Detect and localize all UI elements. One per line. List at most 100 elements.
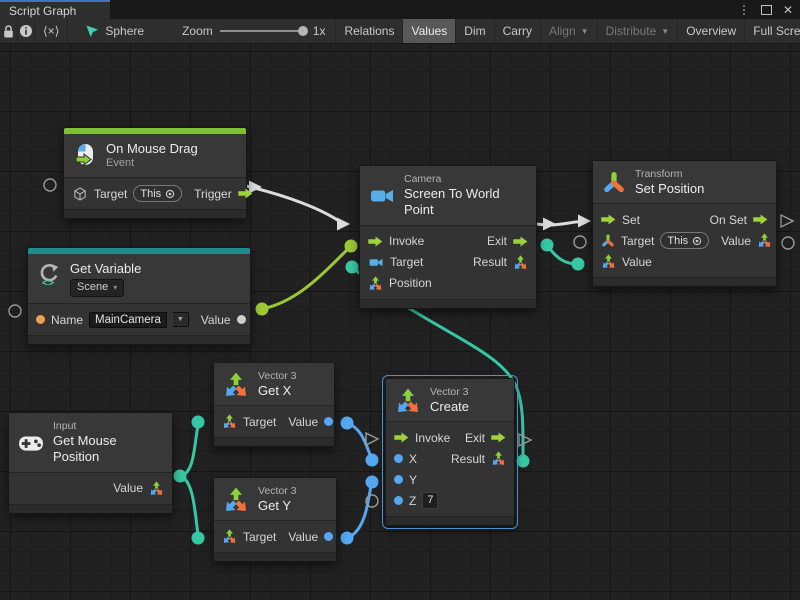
vector3-port-icon[interactable] [491,451,506,466]
vector3-port-icon[interactable] [513,255,528,270]
wire-endpoint [366,454,379,467]
unconnected-port-triangle [366,433,378,445]
y-input-port[interactable] [394,475,403,484]
tab-script-graph[interactable]: Script Graph [0,0,110,19]
relations-button[interactable]: Relations [335,19,403,43]
overview-button[interactable]: Overview [678,19,745,43]
port-label-value: Value [113,481,143,495]
port-label-value: Value [201,313,231,327]
node-category: Transform [635,168,704,181]
dim-button[interactable]: Dim [456,19,494,43]
chevron-down-icon: ▼ [581,27,589,36]
node-create-vector3[interactable]: Vector 3 Create Invoke Exit X Result [385,378,515,526]
variable-kind-dropdown[interactable]: Scene ▾ [70,279,124,297]
variable-name-dropdown-button[interactable]: ▼ [173,312,189,327]
exit-flow-port[interactable] [513,236,528,247]
node-get-x[interactable]: Vector 3 Get X Target Value [213,362,335,447]
port-label-on-set: On Set [710,213,747,227]
on-set-flow-port[interactable] [753,214,768,225]
wire-endpoint [174,470,187,483]
wire-arrowhead [578,215,591,228]
unconnected-port-circle [9,305,21,317]
value-output-port[interactable] [237,315,246,324]
distribute-dropdown[interactable]: Distribute▼ [598,19,679,43]
z-value-field[interactable]: 7 [422,492,438,509]
camera-type-port[interactable] [368,256,384,269]
node-set-position[interactable]: Transform Set Position Set On Set Target… [592,160,777,287]
vector3-port-icon[interactable] [601,254,616,269]
name-input-port[interactable] [36,315,45,324]
camera-icon [369,185,395,207]
wire-getx-to-x [347,423,371,457]
vector3-port-icon[interactable] [222,529,237,544]
port-label-name: Name [51,313,83,327]
this-object-pill[interactable]: This [133,185,182,202]
node-screen-to-world-point[interactable]: Camera Screen To World Point Invoke Exit… [359,165,537,309]
lock-button[interactable] [0,19,18,43]
tab-title: Script Graph [9,4,76,18]
value-output-port[interactable] [324,532,333,541]
align-dropdown[interactable]: Align▼ [541,19,598,43]
graph-toolbar: ⟨×⟩ Sphere Zoom 1x Relations Values Dim … [0,19,800,44]
code-icon: ⟨×⟩ [43,24,59,38]
code-preview-button[interactable]: ⟨×⟩ [35,19,68,43]
node-header[interactable]: Get Variable Scene ▾ [28,254,250,303]
port-label-invoke: Invoke [415,431,450,445]
variable-name-field[interactable]: MainCamera [89,312,167,328]
this-object-pill[interactable]: This [660,232,709,249]
node-footer [360,299,536,308]
value-output-port[interactable] [324,417,333,426]
transform-icon [602,171,626,195]
node-header[interactable]: Vector 3 Create [386,379,514,421]
gamepad-icon [18,432,44,454]
port-label-target: Target [621,234,654,248]
vector3-port-icon[interactable] [757,233,772,248]
node-title: Get Variable [70,261,141,277]
graph-canvas[interactable]: On Mouse Drag Event Target This Trigger [0,44,800,600]
trigger-flow-port[interactable] [238,188,253,199]
z-input-port[interactable] [394,496,403,505]
node-title: Set Position [635,181,704,197]
target-picker-icon [165,189,175,199]
node-on-mouse-drag[interactable]: On Mouse Drag Event Target This Trigger [63,127,247,219]
node-get-variable[interactable]: Get Variable Scene ▾ Name MainCamera ▼ V… [27,247,251,345]
invoke-flow-port[interactable] [368,236,383,247]
node-get-mouse-position[interactable]: Input Get Mouse Position Value [8,412,173,514]
exit-flow-port[interactable] [491,432,506,443]
full-screen-button[interactable]: Full Screen [745,19,800,43]
carry-button[interactable]: Carry [495,19,541,43]
window-close-icon[interactable]: ✕ [780,2,796,18]
vector3-icon [223,372,249,398]
unconnected-port-circle [44,179,56,191]
node-header[interactable]: Vector 3 Get X [214,363,334,405]
window-maximize-icon[interactable] [758,2,774,18]
vector3-port-icon[interactable] [149,481,164,496]
zoom-slider[interactable] [220,30,306,32]
window-menu-icon[interactable]: ⋮ [736,2,752,18]
node-header[interactable]: Vector 3 Get Y [214,478,336,520]
wire-exit-to-set [537,221,586,225]
wire-endpoint [192,532,205,545]
graph-breadcrumb[interactable]: Sphere [68,19,154,43]
x-input-port[interactable] [394,454,403,463]
set-flow-port[interactable] [601,214,616,225]
node-header[interactable]: Camera Screen To World Point [360,166,536,225]
node-get-y[interactable]: Vector 3 Get Y Target Value [213,477,337,562]
target-picker-icon [692,236,702,246]
variable-icon [37,263,61,287]
transform-type-port[interactable] [601,234,615,248]
zoom-slider-handle[interactable] [298,26,308,36]
invoke-flow-port[interactable] [394,432,409,443]
vector3-port-icon[interactable] [368,276,383,291]
values-button[interactable]: Values [403,19,456,43]
node-footer [386,516,514,525]
node-header[interactable]: On Mouse Drag Event [64,134,246,177]
node-header[interactable]: Transform Set Position [593,161,776,203]
wire-endpoint [366,476,379,489]
info-button[interactable] [18,19,35,43]
node-footer [64,209,246,218]
vector3-port-icon[interactable] [222,414,237,429]
port-label-target: Target [94,187,127,201]
node-header[interactable]: Input Get Mouse Position [9,413,172,472]
chevron-down-icon: ▾ [113,283,117,293]
